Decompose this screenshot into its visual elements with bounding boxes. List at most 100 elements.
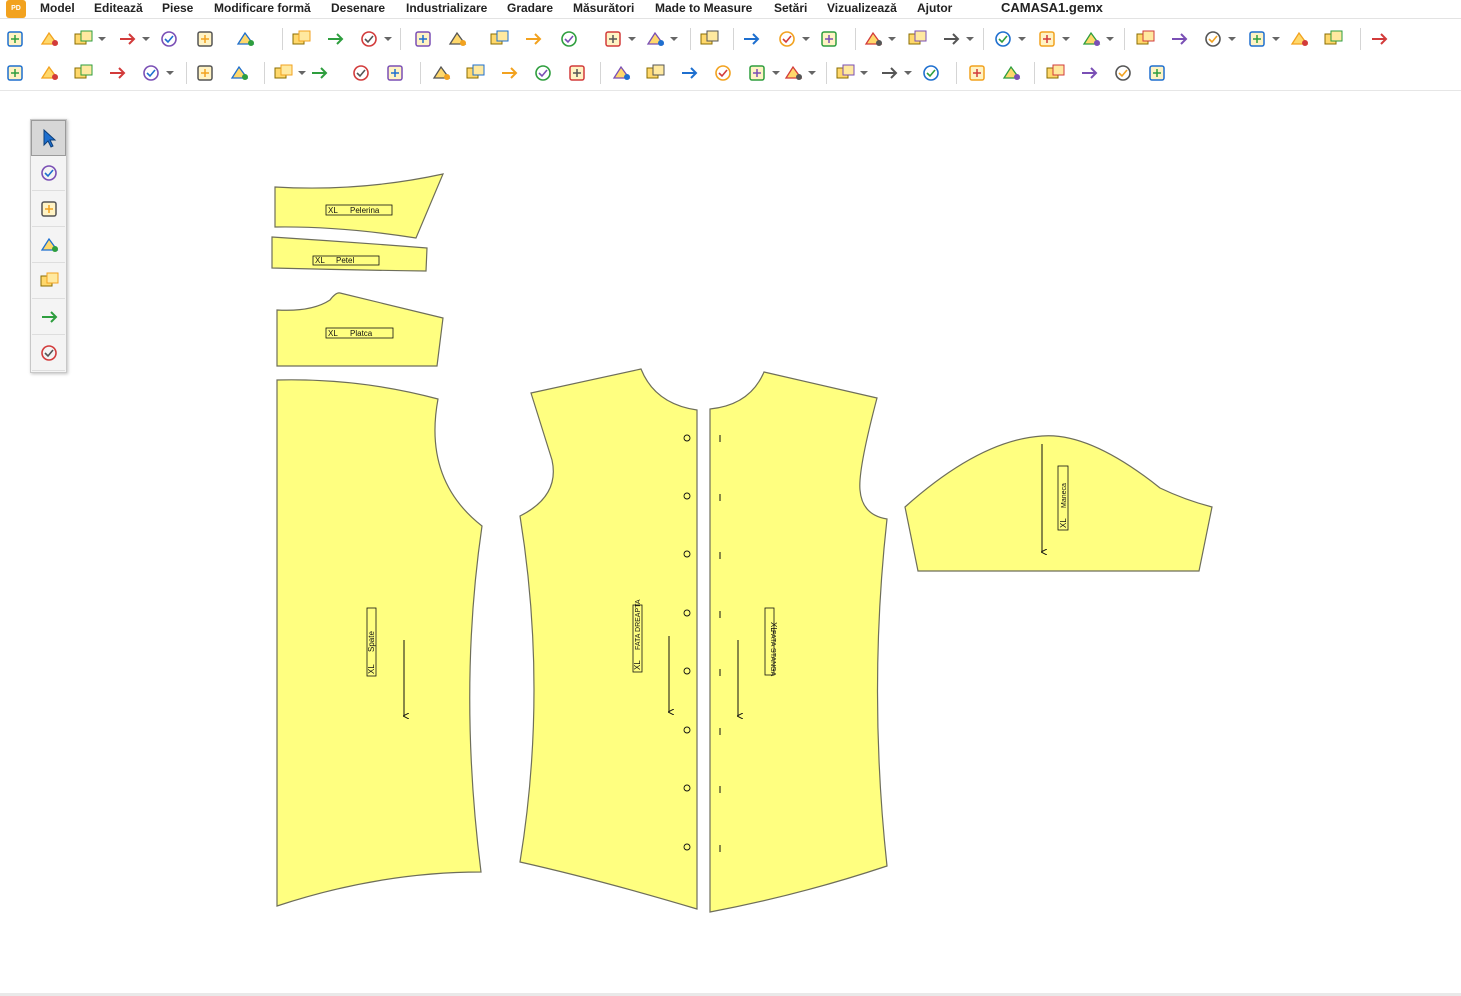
document-icon[interactable] (39, 63, 61, 83)
plotter-icon[interactable] (1247, 29, 1269, 49)
chevron-down-icon[interactable] (142, 37, 150, 41)
zoom-in-icon[interactable] (359, 29, 381, 49)
validate-icon[interactable] (1081, 29, 1103, 49)
menu-setari[interactable]: Setări (774, 0, 807, 18)
text-label-icon[interactable] (413, 29, 435, 49)
open-folder-icon[interactable] (39, 29, 61, 49)
undo-icon[interactable] (195, 29, 217, 49)
chevron-down-icon[interactable] (166, 71, 174, 75)
piece-frame-icon[interactable] (465, 63, 487, 83)
tool-bezier-pen[interactable] (32, 156, 65, 191)
menu-industrializare[interactable]: Industrializare (406, 0, 487, 18)
tool-pin[interactable] (32, 228, 65, 263)
chevron-down-icon[interactable] (1018, 37, 1026, 41)
piece-tag-icon[interactable] (533, 63, 555, 83)
tool-pencil[interactable] (32, 192, 65, 227)
chevron-down-icon[interactable] (888, 37, 896, 41)
camera-icon[interactable] (863, 29, 885, 49)
style-line-icon[interactable] (603, 29, 625, 49)
mirror-horizontal-icon[interactable] (489, 29, 511, 49)
menu-modificare-forma[interactable]: Modificare formă (214, 0, 311, 18)
add-piece-icon[interactable] (195, 63, 217, 83)
piece-delete-icon[interactable] (499, 63, 521, 83)
menu-masuratori[interactable]: Măsurători (573, 0, 634, 18)
piece-stack-icon[interactable] (523, 29, 545, 49)
menu-gradare[interactable]: Gradare (507, 0, 553, 18)
chevron-down-icon[interactable] (384, 37, 392, 41)
color-wheel-icon[interactable] (141, 63, 163, 83)
chevron-down-icon[interactable] (808, 71, 816, 75)
grade-vert-icon[interactable] (879, 63, 901, 83)
notch-icon[interactable] (993, 29, 1015, 49)
zoom-fit-icon[interactable] (291, 29, 313, 49)
tool-pattern[interactable] (32, 264, 65, 299)
merge-icon[interactable] (1001, 63, 1023, 83)
delete-piece-icon[interactable] (699, 29, 721, 49)
delete-notch-icon[interactable] (1037, 29, 1059, 49)
shape-4-icon[interactable] (385, 63, 407, 83)
chevron-down-icon[interactable] (670, 37, 678, 41)
piece-maneca[interactable]: XL Maneca (904, 435, 1213, 572)
shape-2-icon[interactable] (309, 63, 331, 83)
seam-arrow-icon[interactable] (645, 29, 667, 49)
chevron-down-icon[interactable] (904, 71, 912, 75)
basket-icon[interactable] (107, 63, 129, 83)
chevron-down-icon[interactable] (802, 37, 810, 41)
tool-tape-measure[interactable] (32, 300, 65, 335)
zoom-window-icon[interactable] (325, 29, 347, 49)
piece-check-icon[interactable] (567, 63, 589, 83)
resize-icon[interactable] (713, 63, 735, 83)
glasses-icon[interactable] (1289, 29, 1311, 49)
piece-layer-icon[interactable] (559, 29, 581, 49)
house-3d-icon[interactable] (907, 29, 929, 49)
rotate-icon[interactable] (679, 63, 701, 83)
measure-box-icon[interactable] (1147, 63, 1169, 83)
app-logo-icon[interactable]: PD (6, 0, 26, 18)
add-seam-icon[interactable] (1079, 63, 1101, 83)
mirror-icon[interactable] (783, 63, 805, 83)
grade-arrow-icon[interactable] (835, 63, 857, 83)
cut-icon[interactable] (73, 63, 95, 83)
menu-piese[interactable]: Piese (162, 0, 193, 18)
piece-up-icon[interactable] (5, 63, 27, 83)
model-tree-icon[interactable] (159, 29, 181, 49)
split-icon[interactable] (967, 63, 989, 83)
chevron-down-icon[interactable] (772, 71, 780, 75)
chevron-down-icon[interactable] (1106, 37, 1114, 41)
grid-icon[interactable] (741, 29, 763, 49)
point-snap-icon[interactable] (819, 29, 841, 49)
piece-fata-dreapta[interactable]: XL FATA DREAPTA (519, 368, 698, 910)
lock-piece-icon[interactable] (431, 63, 453, 83)
piece-fata-stanga[interactable]: XL FATA STANGA (709, 371, 888, 913)
add-piece-2-icon[interactable] (229, 63, 251, 83)
table-edit-icon[interactable] (1169, 29, 1191, 49)
seam-icon[interactable] (1045, 63, 1067, 83)
check-tool-icon[interactable] (941, 29, 963, 49)
piece-pelerina[interactable]: XL Pelerina (274, 173, 445, 239)
piece-platca[interactable]: XL Platca (276, 292, 444, 367)
align-left-icon[interactable] (747, 63, 769, 83)
redo-icon[interactable] (235, 29, 257, 49)
chevron-down-icon[interactable] (1062, 37, 1070, 41)
chevron-down-icon[interactable] (860, 71, 868, 75)
table-icon[interactable] (1135, 29, 1157, 49)
menu-vizualizeaza[interactable]: Vizualizează (827, 0, 897, 18)
chevron-down-icon[interactable] (98, 37, 106, 41)
chevron-down-icon[interactable] (628, 37, 636, 41)
flip-icon[interactable] (645, 63, 667, 83)
tool-transform[interactable] (32, 336, 65, 371)
view-eye-icon[interactable] (777, 29, 799, 49)
offset-icon[interactable] (1113, 63, 1135, 83)
shape-1-icon[interactable] (273, 63, 295, 83)
menu-model[interactable]: Model (40, 0, 75, 18)
help-icon[interactable] (1369, 29, 1391, 49)
menu-editeaza[interactable]: Editează (94, 0, 143, 18)
annotation-icon[interactable] (447, 29, 469, 49)
new-model-icon[interactable] (5, 29, 27, 49)
menu-made-to-measure[interactable]: Made to Measure (655, 0, 752, 18)
chevron-down-icon[interactable] (1272, 37, 1280, 41)
piece-spate[interactable]: XL Spate (276, 379, 483, 907)
export-icon[interactable] (1323, 29, 1345, 49)
open-old-icon[interactable] (73, 29, 95, 49)
tool-select-arrow[interactable] (31, 120, 66, 156)
